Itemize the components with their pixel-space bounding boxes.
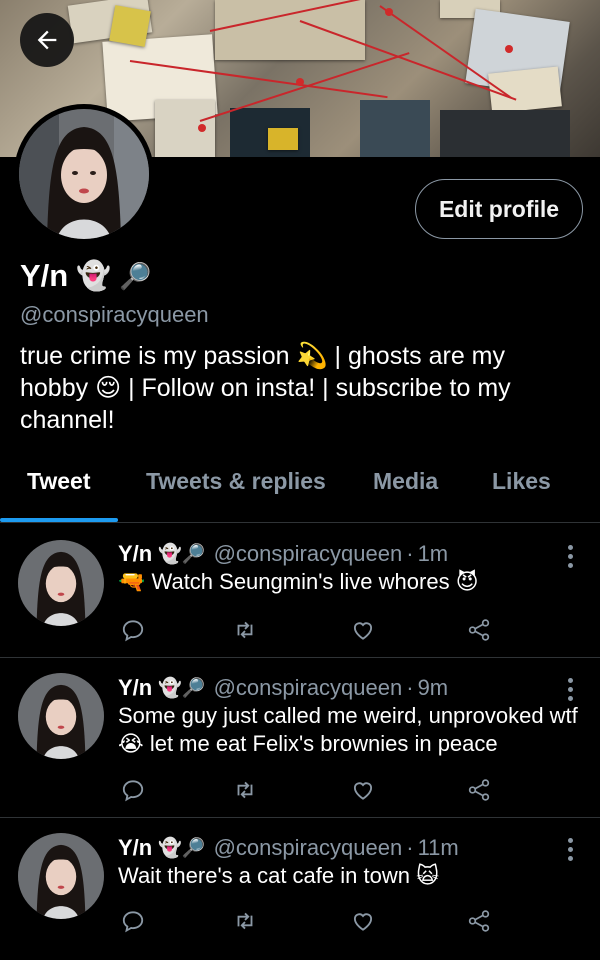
tweet-timestamp: 9m bbox=[417, 675, 449, 700]
share-icon[interactable] bbox=[464, 615, 494, 645]
tweet-avatar[interactable] bbox=[18, 833, 104, 919]
reply-icon[interactable] bbox=[118, 775, 148, 805]
tweet-author-emojis: 👻🔎 bbox=[158, 544, 206, 565]
retweet-icon[interactable] bbox=[230, 615, 260, 645]
profile-handle: @conspiracyqueen bbox=[20, 302, 209, 327]
back-button[interactable] bbox=[20, 13, 74, 67]
bio-text-1: true crime is my passion bbox=[20, 342, 297, 370]
separator-dot: · bbox=[406, 541, 414, 566]
profile-photo bbox=[19, 109, 149, 239]
share-icon[interactable] bbox=[464, 775, 494, 805]
tweet-text: Wait there's a cat cafe in town 🙀 bbox=[118, 863, 440, 888]
tweet-author-emojis: 👻🔎 bbox=[158, 678, 206, 699]
edit-profile-button[interactable]: Edit profile bbox=[415, 179, 583, 239]
tweet-handle: @conspiracyqueen bbox=[213, 675, 403, 700]
relieved-emoji: 😌 bbox=[95, 374, 122, 402]
retweet-icon[interactable] bbox=[230, 775, 260, 805]
reply-icon[interactable] bbox=[118, 615, 148, 645]
tab-media[interactable]: Media bbox=[373, 468, 438, 495]
ghost-emoji: 👻 bbox=[76, 260, 112, 291]
tweet-header: Y/n 👻🔎 @conspiracyqueen · 1m bbox=[118, 541, 448, 567]
more-options-icon[interactable] bbox=[568, 678, 574, 705]
retweet-icon[interactable] bbox=[230, 906, 260, 936]
tweet-item[interactable]: Y/n 👻🔎 @conspiracyqueen · 9m Some guy ju… bbox=[0, 657, 600, 817]
like-icon[interactable] bbox=[348, 615, 378, 645]
tweet-author-name: Y/n bbox=[118, 675, 153, 700]
tweet-header: Y/n 👻🔎 @conspiracyqueen · 9m bbox=[118, 675, 448, 701]
tweet-text: Some guy just called me weird, unprovoke… bbox=[118, 703, 578, 756]
tweet-actions bbox=[118, 906, 498, 936]
tweet-avatar[interactable] bbox=[18, 540, 104, 626]
tweet-author-name: Y/n bbox=[118, 835, 153, 860]
tweet-author-emojis: 👻🔎 bbox=[158, 838, 206, 859]
tweet-text: 🔫 Watch Seungmin's live whores 😈 bbox=[118, 569, 479, 594]
tweet-actions bbox=[118, 775, 498, 805]
tweet-handle: @conspiracyqueen bbox=[213, 835, 403, 860]
reply-icon[interactable] bbox=[118, 906, 148, 936]
like-icon[interactable] bbox=[348, 906, 378, 936]
tweet-handle: @conspiracyqueen bbox=[213, 541, 403, 566]
magnifier-emoji: 🔎 bbox=[119, 261, 152, 291]
profile-tabs: Tweet Tweets & replies Media Likes bbox=[0, 460, 600, 522]
tweet-avatar[interactable] bbox=[18, 673, 104, 759]
dizzy-emoji: 💫 bbox=[296, 342, 328, 370]
tab-tweet[interactable]: Tweet bbox=[27, 468, 90, 495]
arrow-left-icon bbox=[37, 30, 57, 50]
more-options-icon[interactable] bbox=[568, 838, 574, 865]
like-icon[interactable] bbox=[348, 775, 378, 805]
tweet-actions bbox=[118, 615, 498, 645]
profile-bio: true crime is my passion 💫 | ghosts are … bbox=[20, 340, 580, 436]
tweet-header: Y/n 👻🔎 @conspiracyqueen · 11m bbox=[118, 835, 459, 861]
tweet-timestamp: 1m bbox=[417, 541, 449, 566]
more-options-icon[interactable] bbox=[568, 545, 574, 572]
share-icon[interactable] bbox=[464, 906, 494, 936]
tab-tweets-replies[interactable]: Tweets & replies bbox=[146, 468, 326, 495]
profile-avatar[interactable] bbox=[14, 104, 154, 244]
tweet-author-name: Y/n bbox=[118, 541, 153, 566]
tab-likes[interactable]: Likes bbox=[492, 468, 551, 495]
display-name-text: Y/n bbox=[20, 258, 69, 293]
display-name: Y/n 👻 🔎 bbox=[20, 258, 151, 294]
separator-dot: · bbox=[406, 675, 414, 700]
tweet-timestamp: 11m bbox=[417, 835, 459, 860]
tweet-item[interactable]: Y/n 👻🔎 @conspiracyqueen · 11m Wait there… bbox=[0, 817, 600, 952]
tweet-item[interactable]: Y/n 👻🔎 @conspiracyqueen · 1m 🔫 Watch Seu… bbox=[0, 522, 600, 657]
separator-dot: · bbox=[406, 835, 414, 860]
